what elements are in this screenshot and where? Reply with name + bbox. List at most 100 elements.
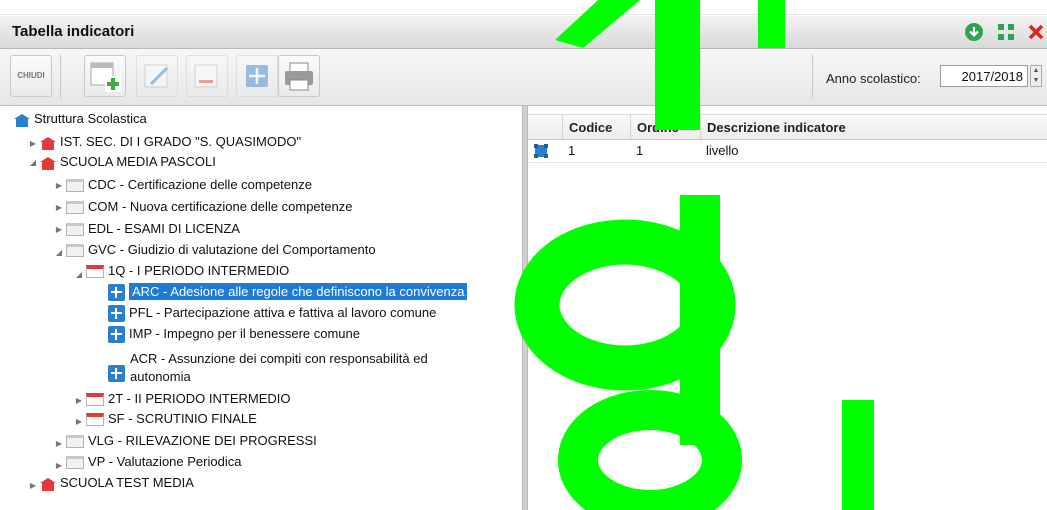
table-header: Codice Ordine Descrizione indicatore xyxy=(528,114,1047,141)
header-blank xyxy=(528,115,562,141)
tree-item-period[interactable]: 2T - II PERIODO INTERMEDIO xyxy=(86,389,291,409)
school-icon xyxy=(40,136,56,150)
spinner-up-icon[interactable]: ▲ xyxy=(1031,66,1041,76)
tree-label: SCUOLA MEDIA PASCOLI xyxy=(60,154,216,169)
top-strip xyxy=(0,0,1047,15)
row-indicator-icon xyxy=(534,144,548,158)
calendar-icon xyxy=(86,265,104,279)
separator xyxy=(812,55,813,99)
folder-icon xyxy=(66,223,84,237)
tree-item-folder[interactable]: CDC - Certificazione delle competenze xyxy=(66,175,312,195)
grid-icon xyxy=(108,326,125,344)
edit-icon xyxy=(144,64,169,88)
printer-icon xyxy=(285,62,313,91)
school-icon xyxy=(14,113,30,127)
tree-item-folder[interactable]: EDL - ESAMI DI LICENZA xyxy=(66,219,240,239)
close-icon[interactable] xyxy=(1026,22,1046,42)
collapse-arrow-icon[interactable]: ◢ xyxy=(74,270,84,279)
grid-button[interactable] xyxy=(236,55,278,97)
grid-icon xyxy=(246,65,268,87)
indicator-table: Codice Ordine Descrizione indicatore 1 1… xyxy=(528,106,1047,510)
tree-item-folder[interactable]: VP - Valutazione Periodica xyxy=(66,452,241,472)
tree-root[interactable]: Struttura Scolastica xyxy=(14,109,147,129)
cell-descrizione: livello xyxy=(706,143,739,158)
tree-label: Struttura Scolastica xyxy=(34,111,147,126)
header-codice[interactable]: Codice xyxy=(562,115,630,141)
close-button-label: CHIUDI xyxy=(17,71,45,80)
expand-arrow-icon[interactable]: ▶ xyxy=(54,225,64,234)
spinner-down-icon[interactable]: ▼ xyxy=(1031,76,1041,86)
edit-button[interactable] xyxy=(136,55,178,97)
tree-item-indicator[interactable]: PFL - Partecipazione attiva e fattiva al… xyxy=(108,303,436,323)
tree-label-cont: autonomia xyxy=(130,369,191,384)
folder-icon xyxy=(66,179,84,193)
tree-item-folder[interactable]: VLG - RILEVAZIONE DEI PROGRESSI xyxy=(66,431,317,451)
tree-panel: Struttura Scolastica ▶ IST. SEC. DI I GR… xyxy=(0,106,522,510)
tree-label: 2T - II PERIODO INTERMEDIO xyxy=(108,391,291,406)
folder-icon xyxy=(66,435,84,449)
cell-ordine: 1 xyxy=(636,143,644,158)
school-year-input[interactable] xyxy=(940,65,1028,87)
tree-label: GVC - Giudizio di valutazione del Compor… xyxy=(88,242,376,257)
tree-label: SF - SCRUTINIO FINALE xyxy=(108,411,257,426)
folder-icon xyxy=(66,456,84,470)
delete-icon xyxy=(194,64,218,88)
window-title: Tabella indicatori xyxy=(12,23,135,40)
expand-arrow-icon[interactable]: ▶ xyxy=(54,181,64,190)
tree-label: ARC - Adesione alle regole che definisco… xyxy=(129,283,468,300)
expand-arrow-icon[interactable]: ▶ xyxy=(28,481,38,490)
row-icon-cell xyxy=(528,140,562,162)
add-button[interactable] xyxy=(84,55,126,97)
tree-label: IMP - Impegno per il benessere comune xyxy=(129,326,360,341)
tree-item-school[interactable]: SCUOLA TEST MEDIA xyxy=(40,473,194,493)
confirm-icon[interactable] xyxy=(964,22,984,42)
folder-icon xyxy=(66,201,84,215)
tree-label: VLG - RILEVAZIONE DEI PROGRESSI xyxy=(88,433,317,448)
grid-icon xyxy=(108,284,125,302)
expand-arrow-icon[interactable]: ▶ xyxy=(54,439,64,448)
school-icon xyxy=(40,477,56,491)
delete-button[interactable] xyxy=(186,55,228,97)
cell-codice: 1 xyxy=(568,143,576,158)
school-year-label: Anno scolastico: xyxy=(826,71,921,86)
close-button[interactable]: CHIUDI xyxy=(10,55,52,97)
expand-arrow-icon[interactable]: ▶ xyxy=(54,203,64,212)
tree-label: IST. SEC. DI I GRADO "S. QUASIMODO" xyxy=(60,134,302,149)
tree-label: 1Q - I PERIODO INTERMEDIO xyxy=(108,263,290,278)
tree-label: PFL - Partecipazione attiva e fattiva al… xyxy=(129,305,437,320)
tree-label: EDL - ESAMI DI LICENZA xyxy=(88,221,240,236)
toolbar: CHIUDI Anno scolastico: ▲ ▼ xyxy=(0,49,1047,106)
expand-arrow-icon[interactable]: ▶ xyxy=(54,461,64,470)
tree-item-folder[interactable]: GVC - Giudizio di valutazione del Compor… xyxy=(66,240,376,260)
header-descrizione[interactable]: Descrizione indicatore xyxy=(700,115,1047,141)
tree-label: SCUOLA TEST MEDIA xyxy=(60,475,194,490)
tree-label: CDC - Certificazione delle competenze xyxy=(88,177,312,192)
calendar-icon xyxy=(86,393,104,407)
school-year-spinner[interactable]: ▲ ▼ xyxy=(1030,65,1042,87)
expand-arrow-icon[interactable]: ▶ xyxy=(74,417,84,426)
tree-item-folder[interactable]: COM - Nuova certificazione delle compete… xyxy=(66,197,352,217)
collapse-arrow-icon[interactable]: ◢ xyxy=(28,158,38,167)
school-icon xyxy=(40,156,56,170)
tree-item-period[interactable]: 1Q - I PERIODO INTERMEDIO xyxy=(86,261,289,281)
collapse-arrow-icon[interactable]: ◢ xyxy=(54,248,64,257)
print-button[interactable] xyxy=(278,55,320,97)
tree-item-indicator-selected[interactable]: ARC - Adesione alle regole che definisco… xyxy=(108,282,468,302)
tree-label: ACR - Assunzione dei compiti con respons… xyxy=(130,351,428,366)
tree-item-school[interactable]: SCUOLA MEDIA PASCOLI xyxy=(40,152,216,172)
tree-item-school[interactable]: IST. SEC. DI I GRADO "S. QUASIMODO" xyxy=(40,132,301,152)
tree-item-indicator[interactable]: IMP - Impegno per il benessere comune xyxy=(108,324,360,344)
grid-icon xyxy=(108,305,125,323)
folder-icon xyxy=(66,244,84,258)
table-row[interactable]: 1 1 livello xyxy=(528,140,1047,163)
add-table-icon xyxy=(90,62,121,92)
title-bar: Tabella indicatori xyxy=(0,16,1047,49)
tree-label: VP - Valutazione Periodica xyxy=(88,454,242,469)
maximize-icon[interactable] xyxy=(996,22,1016,42)
header-ordine[interactable]: Ordine xyxy=(630,115,700,141)
tree-item-period[interactable]: SF - SCRUTINIO FINALE xyxy=(86,409,257,429)
calendar-icon xyxy=(86,413,104,427)
tree-label: COM - Nuova certificazione delle compete… xyxy=(88,199,353,214)
expand-arrow-icon[interactable]: ▶ xyxy=(74,396,84,405)
expand-arrow-icon[interactable]: ▶ xyxy=(28,139,38,148)
